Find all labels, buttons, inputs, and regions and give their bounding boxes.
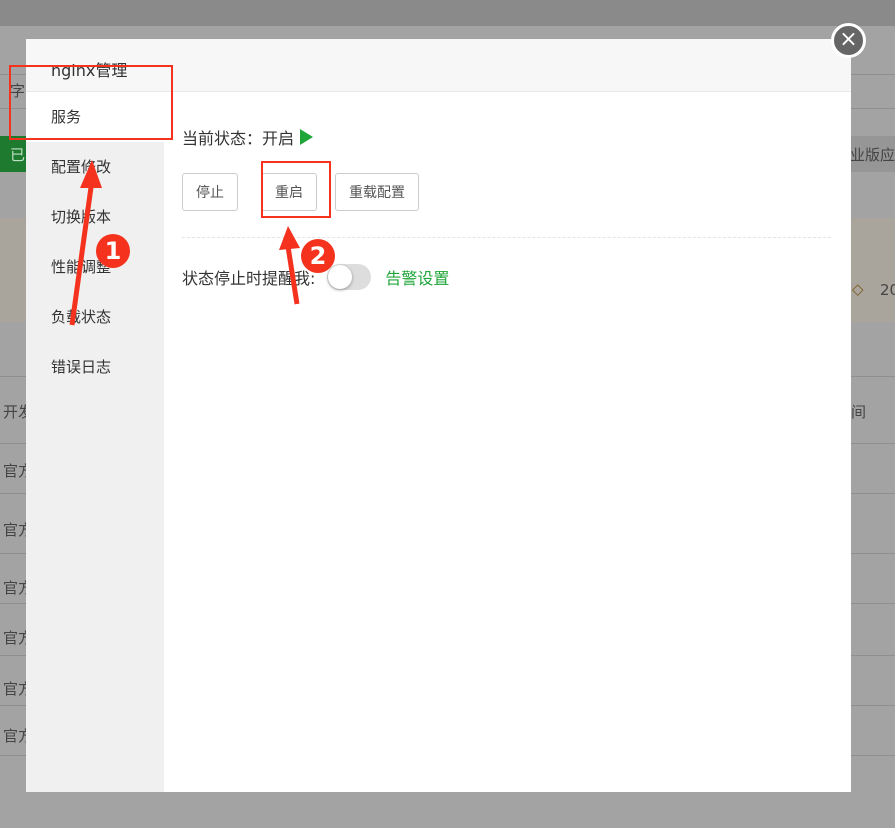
arrow-1 (69, 179, 95, 326)
arrow-2 (284, 239, 300, 305)
arrow-1-head (80, 160, 102, 188)
arrow-2-head (279, 226, 300, 250)
annotation-arrows (69, 160, 300, 326)
annotation-badge-1: 1 (96, 234, 130, 268)
annotation-badge-2: 2 (301, 239, 335, 273)
